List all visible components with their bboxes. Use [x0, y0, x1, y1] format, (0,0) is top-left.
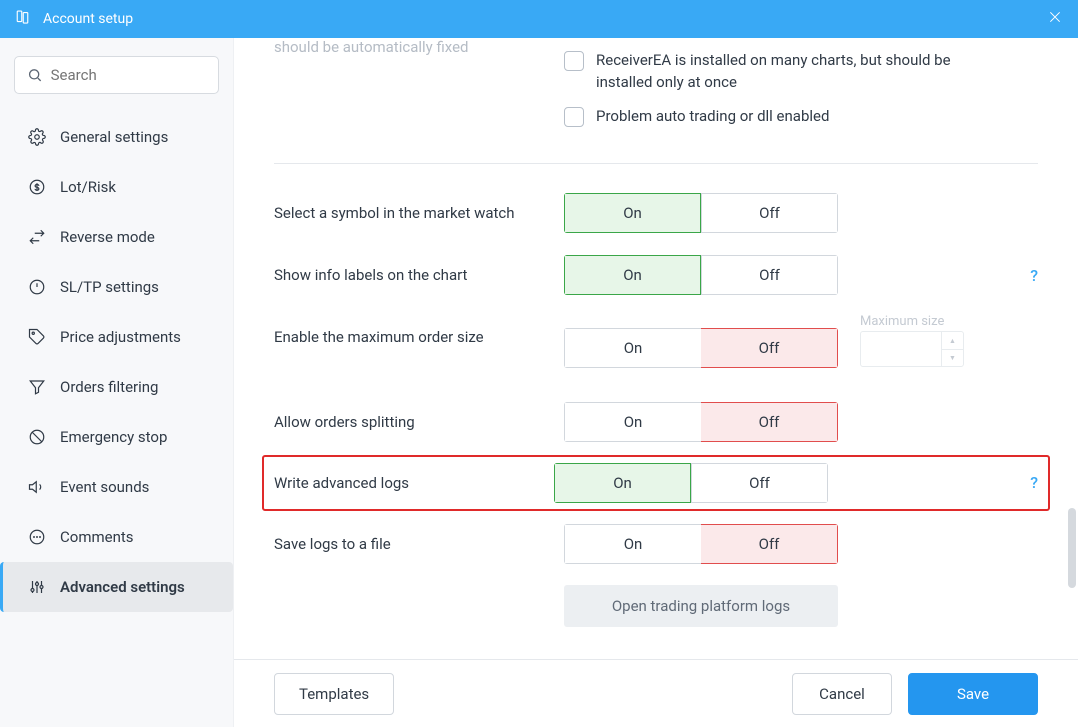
sidebar-item-orders-filtering[interactable]: Orders filtering — [0, 362, 233, 412]
save-button[interactable]: Save — [908, 673, 1038, 715]
setting-label: Enable the maximum order size — [274, 328, 564, 346]
ban-icon — [28, 428, 46, 446]
sidebar-item-label: Orders filtering — [60, 378, 158, 396]
toggle-on-button[interactable]: On — [564, 255, 701, 295]
sidebar-item-label: Advanced settings — [60, 578, 185, 596]
chat-icon — [28, 528, 46, 546]
scrollbar-thumb[interactable] — [1068, 508, 1076, 588]
toggle-off-button[interactable]: Off — [701, 193, 838, 233]
setting-allow-splitting: Allow orders splitting On Off — [274, 391, 1038, 453]
sidebar: General settings Lot/Risk Reverse mode S… — [0, 38, 234, 727]
sliders-icon — [28, 578, 46, 596]
app-logo-icon — [15, 8, 33, 30]
toggle-off-button[interactable]: Off — [691, 463, 828, 503]
gear-icon — [28, 128, 46, 146]
tag-icon — [28, 328, 46, 346]
toggle-off-button[interactable]: Off — [701, 328, 838, 368]
max-size-label: Maximum size — [860, 314, 964, 329]
dollar-circle-icon — [28, 178, 46, 196]
title-bar: Account setup — [0, 0, 1078, 38]
toggle-off-button[interactable]: Off — [701, 255, 838, 295]
toggle-on-button[interactable]: On — [564, 524, 701, 564]
toggle-info-labels: On Off — [564, 255, 838, 295]
content-area: should be automatically fixed ReceiverEA… — [234, 38, 1078, 663]
swap-icon — [28, 228, 46, 246]
sidebar-nav: General settings Lot/Risk Reverse mode S… — [14, 112, 219, 612]
max-size-field-group: Maximum size ▲ ▼ — [860, 314, 964, 367]
sidebar-item-label: SL/TP settings — [60, 278, 159, 296]
sidebar-item-label: Emergency stop — [60, 428, 167, 446]
sidebar-item-label: General settings — [60, 128, 168, 146]
setting-save-logs: Save logs to a file On Off — [274, 513, 1038, 575]
close-button[interactable] — [1047, 9, 1063, 29]
toggle-on-button[interactable]: On — [564, 328, 701, 368]
toggle-advanced-logs: On Off — [554, 463, 828, 503]
help-button[interactable]: ? — [1030, 266, 1038, 285]
window-title: Account setup — [43, 11, 133, 27]
sidebar-item-emergency[interactable]: Emergency stop — [0, 412, 233, 462]
search-input[interactable] — [51, 66, 206, 84]
sidebar-item-label: Price adjustments — [60, 328, 181, 346]
cancel-button[interactable]: Cancel — [792, 673, 892, 715]
sidebar-item-lot-risk[interactable]: Lot/Risk — [0, 162, 233, 212]
sidebar-item-label: Lot/Risk — [60, 178, 116, 196]
setting-label: Save logs to a file — [274, 535, 564, 553]
footer: Templates Cancel Save — [234, 659, 1078, 727]
setting-label: Allow orders splitting — [274, 413, 564, 431]
sidebar-item-label: Comments — [60, 528, 134, 546]
setting-info-labels: Show info labels on the chart On Off ? — [274, 244, 1038, 306]
checkbox-label: ReceiverEA is installed on many charts, … — [596, 50, 996, 94]
max-size-stepper[interactable]: ▲ ▼ — [860, 331, 964, 367]
sidebar-item-sltp[interactable]: SL/TP settings — [0, 262, 233, 312]
sidebar-item-label: Reverse mode — [60, 228, 155, 246]
sidebar-item-price-adjustments[interactable]: Price adjustments — [0, 312, 233, 362]
setting-label: Write advanced logs — [274, 474, 554, 492]
sidebar-item-comments[interactable]: Comments — [0, 512, 233, 562]
setting-advanced-logs: Write advanced logs On Off — [274, 457, 1038, 509]
close-icon — [1047, 9, 1063, 25]
stepper-up-icon[interactable]: ▲ — [942, 332, 963, 350]
highlight-advanced-logs: Write advanced logs On Off — [262, 455, 1050, 511]
setting-label: Show info labels on the chart — [274, 266, 564, 284]
toggle-off-button[interactable]: Off — [701, 524, 838, 564]
stepper-down-icon[interactable]: ▼ — [942, 350, 963, 367]
volume-icon — [28, 478, 46, 496]
alert-circle-icon — [28, 278, 46, 296]
toggle-select-symbol: On Off — [564, 193, 838, 233]
setting-label: Select a symbol in the market watch — [274, 204, 564, 222]
toggle-on-button[interactable]: On — [564, 402, 701, 442]
sidebar-item-label: Event sounds — [60, 478, 149, 496]
filter-icon — [28, 378, 46, 396]
toggle-save-logs: On Off — [564, 524, 838, 564]
open-logs-button[interactable]: Open trading platform logs — [564, 585, 838, 627]
toggle-allow-splitting: On Off — [564, 402, 838, 442]
sidebar-item-general[interactable]: General settings — [0, 112, 233, 162]
toggle-off-button[interactable]: Off — [701, 402, 838, 442]
toggle-max-order-size: On Off — [564, 328, 838, 368]
search-icon — [27, 66, 43, 84]
help-button[interactable]: ? — [1030, 473, 1038, 492]
checkbox-autotrading-dll[interactable] — [564, 107, 584, 127]
toggle-on-button[interactable]: On — [554, 463, 691, 503]
setting-max-order-size: Enable the maximum order size On Off Max… — [274, 306, 1038, 391]
sidebar-item-event-sounds[interactable]: Event sounds — [0, 462, 233, 512]
checkbox-receiverea-manycharts[interactable] — [564, 51, 584, 71]
setting-select-symbol: Select a symbol in the market watch On O… — [274, 182, 1038, 244]
divider — [274, 163, 1038, 164]
checkbox-label: Problem auto trading or dll enabled — [596, 106, 829, 128]
truncated-setting-label: should be automatically fixed — [274, 38, 564, 56]
toggle-on-button[interactable]: On — [564, 193, 701, 233]
sidebar-item-reverse[interactable]: Reverse mode — [0, 212, 233, 262]
templates-button[interactable]: Templates — [274, 673, 394, 715]
sidebar-item-advanced[interactable]: Advanced settings — [0, 562, 233, 612]
search-field[interactable] — [14, 56, 219, 94]
